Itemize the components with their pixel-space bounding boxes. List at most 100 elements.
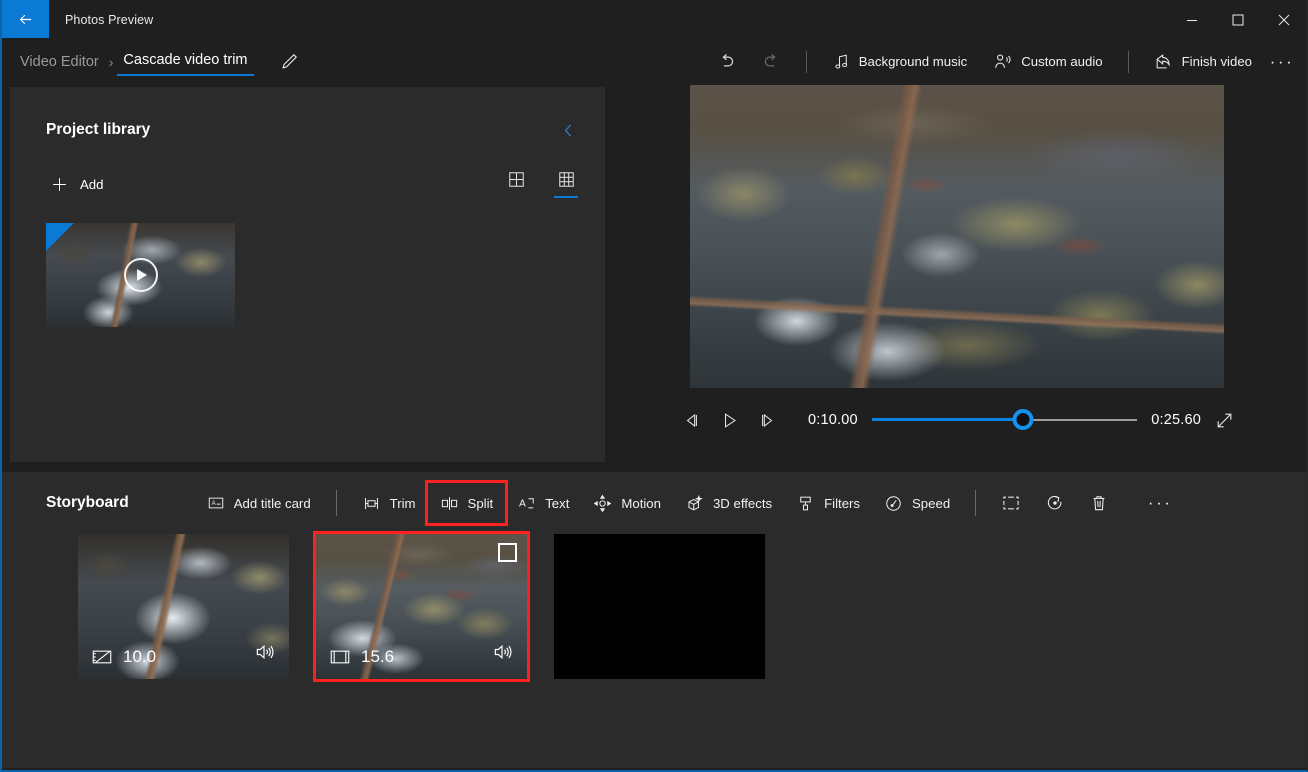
speed-icon	[884, 494, 903, 513]
grid-small-icon	[557, 170, 576, 189]
video-preview-pane: 0:10.00 0:25.60	[614, 83, 1307, 462]
previous-frame-icon	[682, 411, 701, 430]
motion-icon	[593, 494, 612, 513]
storyboard-clip-1-audio-button[interactable]	[253, 642, 275, 667]
video-preview-image	[690, 85, 1224, 388]
finish-video-label: Finish video	[1182, 54, 1252, 69]
svg-text:A: A	[519, 498, 526, 509]
play-button[interactable]	[710, 403, 748, 437]
trash-icon	[1089, 493, 1109, 513]
total-time-label: 0:25.60	[1151, 412, 1201, 428]
3d-effects-label: 3D effects	[713, 496, 772, 511]
music-note-icon	[832, 53, 850, 71]
library-clip-1-selected-indicator	[46, 223, 74, 251]
close-button[interactable]	[1261, 0, 1307, 40]
svg-text:A: A	[211, 501, 215, 507]
custom-audio-button[interactable]: Custom audio	[980, 45, 1115, 79]
motion-label: Motion	[621, 496, 661, 511]
top-toolbar-overflow-button[interactable]: ···	[1265, 45, 1299, 79]
speaker-icon	[491, 642, 513, 662]
aspect-ratio-button[interactable]	[989, 483, 1033, 523]
small-grid-view-button[interactable]	[549, 167, 583, 201]
pencil-icon	[280, 52, 299, 71]
add-media-button[interactable]: Add	[46, 169, 113, 200]
play-circle-icon[interactable]	[124, 258, 158, 292]
filmstrip-icon	[92, 649, 112, 665]
playback-scrubber[interactable]	[872, 406, 1137, 434]
breadcrumb-parent[interactable]: Video Editor	[14, 50, 105, 74]
window-controls	[1169, 0, 1307, 40]
project-library-items	[10, 201, 605, 327]
text-label: Text	[545, 496, 569, 511]
custom-audio-label: Custom audio	[1021, 54, 1102, 69]
window-title: Photos Preview	[49, 0, 153, 40]
storyboard-clip-3[interactable]	[554, 534, 765, 679]
storyboard-title: Storyboard	[46, 494, 129, 512]
3d-effects-button[interactable]: 3D effects	[673, 483, 784, 523]
text-button[interactable]: A Text	[505, 483, 581, 523]
minimize-button[interactable]	[1169, 0, 1215, 40]
redo-icon	[761, 51, 782, 72]
minimize-icon	[1186, 14, 1198, 26]
finish-video-button[interactable]: Finish video	[1141, 45, 1265, 79]
add-title-card-button[interactable]: A Add title card	[195, 483, 323, 523]
collapse-library-button[interactable]	[553, 115, 583, 145]
library-clip-1[interactable]	[46, 223, 235, 327]
edit-project-name-button[interactable]	[276, 48, 304, 76]
maximize-icon	[1232, 14, 1244, 26]
expand-preview-button[interactable]	[1207, 403, 1241, 437]
filmstrip-icon	[330, 649, 350, 665]
back-button[interactable]	[2, 0, 49, 38]
storyboard-clip-1-duration: 10.0	[123, 647, 156, 667]
title-bar: Photos Preview	[2, 0, 1307, 40]
project-library-header: Project library	[10, 87, 605, 145]
storyboard-clip-2[interactable]: 15.6	[316, 534, 527, 679]
play-icon	[720, 411, 739, 430]
rotate-icon	[1045, 493, 1065, 513]
filters-button[interactable]: Filters	[784, 483, 872, 523]
background-music-label: Background music	[859, 54, 967, 69]
title-card-icon: A	[207, 494, 225, 512]
storyboard-clip-2-meta: 15.6	[330, 647, 394, 667]
view-mode-switcher	[499, 167, 583, 201]
storyboard-clip-1-meta: 10.0	[92, 647, 156, 667]
current-time-label: 0:10.00	[808, 412, 858, 428]
top-toolbar: Background music Custom audio Finish vid…	[704, 45, 1307, 79]
storyboard-divider-1	[336, 490, 337, 516]
project-library-title: Project library	[46, 121, 150, 139]
split-button[interactable]: Split	[428, 483, 506, 523]
rotate-button[interactable]	[1033, 483, 1077, 523]
split-icon	[440, 494, 459, 513]
speed-label: Speed	[912, 496, 950, 511]
three-d-effects-icon	[685, 494, 704, 513]
grid-large-icon	[507, 170, 526, 189]
next-frame-button[interactable]	[748, 403, 786, 437]
breadcrumb-current[interactable]: Cascade video trim	[117, 48, 253, 76]
maximize-button[interactable]	[1215, 0, 1261, 40]
storyboard-panel: Storyboard A Add title card Tr	[2, 472, 1307, 768]
large-grid-view-button[interactable]	[499, 167, 533, 201]
background-music-button[interactable]: Background music	[819, 45, 980, 79]
trim-button[interactable]: Trim	[350, 483, 428, 523]
add-title-card-label: Add title card	[234, 496, 311, 511]
storyboard-clip-2-audio-button[interactable]	[491, 642, 513, 667]
delete-button[interactable]	[1077, 483, 1121, 523]
storyboard-overflow-button[interactable]: ···	[1143, 486, 1177, 520]
trim-label: Trim	[390, 496, 416, 511]
undo-button[interactable]	[704, 45, 749, 79]
chevron-left-icon	[560, 122, 577, 139]
speed-button[interactable]: Speed	[872, 483, 962, 523]
scrubber-handle[interactable]	[1013, 409, 1034, 430]
storyboard-clip-2-duration: 15.6	[361, 647, 394, 667]
filters-label: Filters	[824, 496, 860, 511]
storyboard-clip-2-checkbox[interactable]	[498, 543, 517, 562]
previous-frame-button[interactable]	[672, 403, 710, 437]
aspect-ratio-icon	[1001, 493, 1021, 513]
breadcrumb: Video Editor › Cascade video trim	[2, 48, 304, 76]
video-preview-frame[interactable]	[690, 85, 1224, 388]
storyboard-clip-1[interactable]: 10.0	[78, 534, 289, 679]
redo-button[interactable]	[749, 45, 794, 79]
motion-button[interactable]: Motion	[581, 483, 673, 523]
split-label: Split	[468, 496, 494, 511]
playback-controls: 0:10.00 0:25.60	[614, 403, 1307, 437]
